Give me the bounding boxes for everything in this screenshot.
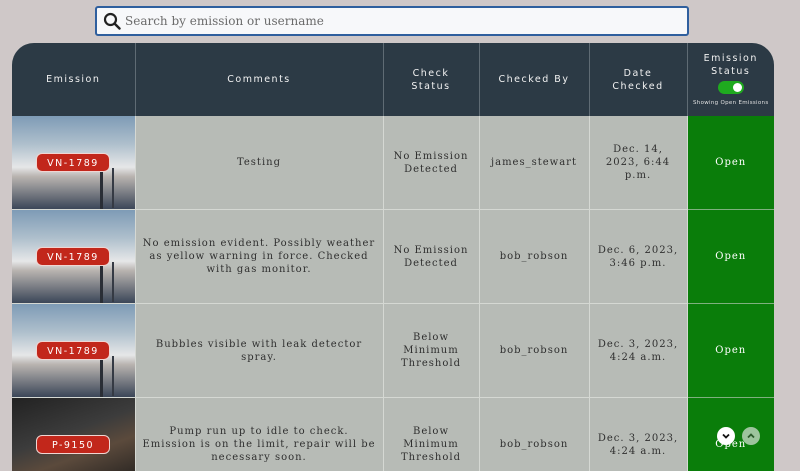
checked-by-cell: bob_robson	[479, 209, 590, 304]
check-status-cell: No Emission Detected	[383, 116, 480, 210]
date-cell: Dec. 3, 2023, 4:24 a.m.	[589, 303, 688, 398]
table-row[interactable]: VN-1789 Testing No Emission Detected jam…	[12, 116, 774, 210]
table-row[interactable]: P-9150 Pump run up to idle to check. Emi…	[12, 397, 774, 471]
emission-cell[interactable]: VN-1789	[12, 303, 136, 398]
emission-cell[interactable]: P-9150	[12, 397, 136, 471]
header-comments[interactable]: Comments	[135, 43, 384, 116]
status-cell: Open	[687, 116, 774, 210]
comments-cell: Testing	[135, 116, 384, 210]
date-cell: Dec. 6, 2023, 3:46 p.m.	[589, 209, 688, 304]
header-check-status[interactable]: Check Status	[383, 43, 480, 116]
checked-by-cell: james_stewart	[479, 116, 590, 210]
header-checked-by[interactable]: Checked By	[479, 43, 590, 116]
header-check-status-line1: Check	[412, 67, 450, 79]
emission-badge[interactable]: VN-1789	[36, 247, 110, 266]
table-row[interactable]: VN-1789 Bubbles visible with leak detect…	[12, 303, 774, 398]
date-cell: Dec. 3, 2023, 4:24 a.m.	[589, 397, 688, 471]
chevron-down-icon	[722, 433, 730, 439]
header-emission[interactable]: Emission	[12, 43, 136, 116]
status-cell: Open	[687, 209, 774, 304]
emission-cell[interactable]: VN-1789	[12, 209, 136, 304]
header-emission-status: Emission Status Showing Open Emissions	[687, 43, 774, 116]
emission-badge[interactable]: P-9150	[36, 435, 110, 454]
open-emissions-toggle[interactable]	[717, 80, 744, 94]
emission-badge[interactable]: VN-1789	[36, 341, 110, 360]
status-cell: Open	[687, 303, 774, 398]
table-header-row: Emission Comments Check Status Checked B…	[12, 43, 774, 116]
toggle-caption: Showing Open Emissions	[693, 99, 769, 106]
comments-cell: No emission evident. Possibly weather as…	[135, 209, 384, 304]
chevron-up-icon	[747, 433, 755, 439]
emissions-table-card: Emission Comments Check Status Checked B…	[12, 43, 774, 471]
header-date-line2: Checked	[612, 80, 664, 92]
header-checked-by-label: Checked By	[498, 74, 570, 85]
date-cell: Dec. 14, 2023, 6:44 p.m.	[589, 116, 688, 210]
header-check-status-line2: Status	[411, 80, 451, 92]
header-date-line1: Date	[623, 67, 653, 79]
header-date-checked[interactable]: Date Checked	[589, 43, 688, 116]
scroll-up-button[interactable]	[742, 427, 760, 445]
emissions-table: Emission Comments Check Status Checked B…	[12, 43, 774, 471]
emission-badge[interactable]: VN-1789	[36, 153, 110, 172]
search-icon	[101, 10, 123, 32]
check-status-cell: Below Minimum Threshold	[383, 397, 480, 471]
comments-cell: Bubbles visible with leak detector spray…	[135, 303, 384, 398]
emission-cell[interactable]: VN-1789	[12, 116, 136, 210]
checked-by-cell: bob_robson	[479, 303, 590, 398]
table-row[interactable]: VN-1789 No emission evident. Possibly we…	[12, 209, 774, 304]
search-input[interactable]	[123, 7, 687, 35]
scroll-down-button[interactable]	[717, 427, 735, 445]
check-status-cell: No Emission Detected	[383, 209, 480, 304]
header-emission-label: Emission	[46, 74, 101, 85]
checked-by-cell: bob_robson	[479, 397, 590, 471]
header-emission-status-line1: Emission	[703, 52, 758, 64]
header-comments-label: Comments	[227, 74, 291, 85]
header-emission-status-line2: Status	[711, 65, 751, 77]
comments-cell: Pump run up to idle to check. Emission i…	[135, 397, 384, 471]
check-status-cell: Below Minimum Threshold	[383, 303, 480, 398]
search-bar[interactable]	[95, 6, 689, 36]
